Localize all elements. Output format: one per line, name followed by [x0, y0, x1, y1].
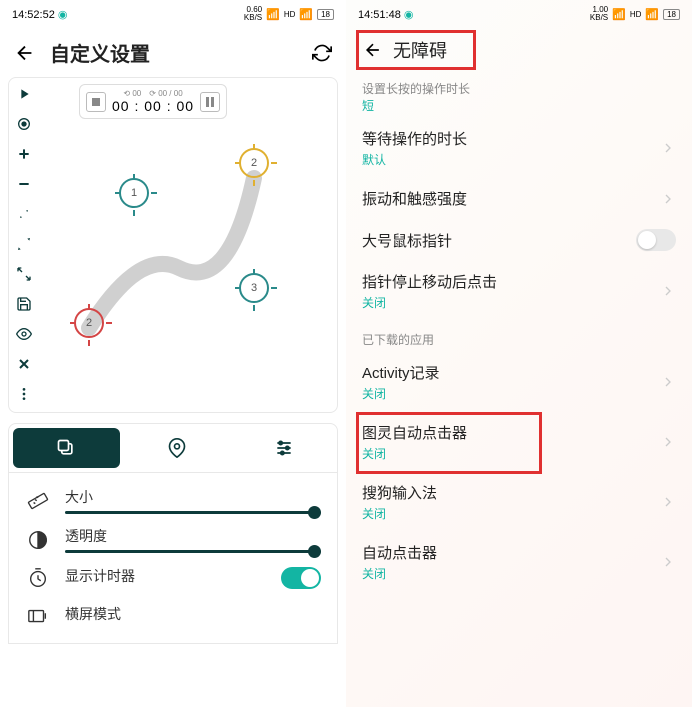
minus-icon[interactable] [14, 174, 34, 194]
tabs [8, 423, 338, 473]
gesture-path [39, 138, 319, 338]
item-large-cursor[interactable]: 大号鼠标指针 [346, 219, 692, 261]
timer-display: 00 : 00 : 00 [112, 98, 194, 114]
opacity-slider[interactable] [65, 550, 321, 553]
toolbar [9, 78, 39, 412]
chevron-right-icon [660, 434, 676, 450]
canvas[interactable]: ⟲ 00⟳ 00 / 00 00 : 00 : 00 1 2 2 3 [39, 78, 337, 412]
status-time: 14:51:48 [358, 9, 401, 21]
chevron-right-icon [660, 554, 676, 570]
item-tuling[interactable]: 图灵自动点击器关闭 [346, 412, 692, 472]
section-long-press: 设置长按的操作时长 短 [346, 70, 692, 118]
timer-icon [25, 565, 51, 591]
wifi-icon: 📶 [266, 8, 280, 21]
tab-location[interactable] [124, 424, 231, 472]
shrink-icon[interactable] [14, 234, 34, 254]
setting-timer: 显示计时器 [25, 559, 321, 597]
chevron-right-icon [660, 140, 676, 156]
settings-panel: 大小 透明度 显示计时器 横屏模式 [8, 473, 338, 644]
stop-button[interactable] [86, 92, 106, 112]
status-bar: 14:51:48 ◉ 1.00KB/S 📶 HD 📶 18 [346, 0, 692, 28]
back-arrow-icon[interactable] [363, 40, 383, 60]
target-1[interactable]: 1 [119, 178, 149, 208]
more-icon[interactable] [14, 384, 34, 404]
plus-icon[interactable] [14, 144, 34, 164]
save-icon[interactable] [14, 294, 34, 314]
timer-panel: ⟲ 00⟳ 00 / 00 00 : 00 : 00 [79, 84, 227, 119]
item-wait-time[interactable]: 等待操作的时长默认 [346, 118, 692, 178]
highlight-header: 无障碍 [356, 30, 476, 70]
landscape-icon [25, 603, 51, 629]
chevron-right-icon [660, 191, 676, 207]
back-arrow-icon[interactable] [14, 42, 36, 64]
record-icon[interactable] [14, 114, 34, 134]
highlight-app [356, 412, 542, 474]
play-icon[interactable] [14, 84, 34, 104]
battery-icon: 18 [663, 9, 680, 20]
contrast-icon [25, 527, 51, 553]
timer-toggle[interactable] [281, 567, 321, 589]
phone-right: 14:51:48 ◉ 1.00KB/S 📶 HD 📶 18 无障碍 设置长按的操… [346, 0, 692, 707]
ruler-icon [25, 488, 51, 514]
swap-icon[interactable] [14, 204, 34, 224]
large-cursor-toggle[interactable] [636, 229, 676, 251]
size-slider[interactable] [65, 511, 321, 514]
status-time: 14:52:52 [12, 9, 55, 21]
section-downloaded: 已下载的应用 [346, 321, 692, 352]
target-3[interactable]: 3 [239, 273, 269, 303]
setting-size: 大小 [25, 481, 321, 520]
pause-button[interactable] [200, 92, 220, 112]
status-bar: 14:52:52 ◉ 0.60KB/S 📶 HD 📶 18 [0, 0, 346, 28]
tab-layers[interactable] [13, 428, 120, 468]
battery-icon: 18 [317, 9, 334, 20]
expand-icon[interactable] [14, 264, 34, 284]
header: 自定义设置 [0, 28, 346, 77]
item-vibration[interactable]: 振动和触感强度 [346, 178, 692, 219]
target-2-start[interactable]: 2 [74, 308, 104, 338]
page-title: 无障碍 [393, 37, 447, 63]
item-autoclicker[interactable]: 自动点击器关闭 [346, 532, 692, 592]
close-icon[interactable] [14, 354, 34, 374]
chevron-right-icon [660, 374, 676, 390]
tab-settings[interactable] [230, 424, 337, 472]
item-sogou[interactable]: 搜狗输入法关闭 [346, 472, 692, 532]
eye-icon[interactable] [14, 324, 34, 344]
item-click-after-stop[interactable]: 指针停止移动后点击关闭 [346, 261, 692, 321]
canvas-area: ⟲ 00⟳ 00 / 00 00 : 00 : 00 1 2 2 3 [8, 77, 338, 413]
phone-left: 14:52:52 ◉ 0.60KB/S 📶 HD 📶 18 自定义设置 [0, 0, 346, 707]
chevron-right-icon [660, 283, 676, 299]
signal-icon: 📶 [299, 8, 313, 21]
signal-icon: 📶 [645, 8, 659, 21]
setting-opacity: 透明度 [25, 520, 321, 559]
chevron-right-icon [660, 494, 676, 510]
item-activity[interactable]: Activity记录关闭 [346, 352, 692, 412]
page-title: 自定义设置 [50, 38, 298, 67]
target-2-end[interactable]: 2 [239, 148, 269, 178]
wifi-icon: 📶 [612, 8, 626, 21]
rotate-icon[interactable] [312, 43, 332, 63]
setting-landscape: 横屏模式 [25, 597, 321, 635]
